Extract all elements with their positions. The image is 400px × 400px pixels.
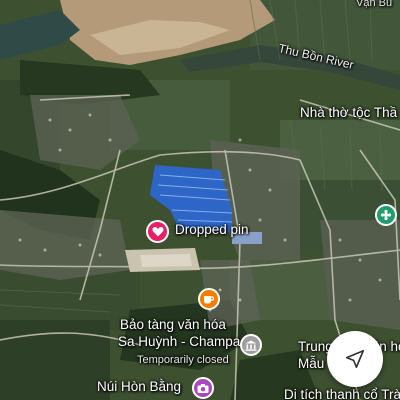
coffee-cup-icon[interactable] [198,288,220,310]
flower-icon[interactable] [375,204,397,226]
label-dropped-pin[interactable]: Dropped pin [175,222,249,238]
label-nui-hon-bang[interactable]: Núi Hòn Bằng [97,379,181,395]
label-church[interactable]: Nhà thờ tộc Thầ [300,105,397,121]
navigate-button[interactable] [327,331,383,387]
heart-icon[interactable] [146,220,169,243]
camera-icon[interactable] [192,377,214,399]
label-van-bu: Vạn Bu [356,0,393,9]
label-museum-status: Temporarily closed [137,354,229,366]
satellite-map[interactable]: Vạn Bu Thu Bồn River Nhà thờ tộc Thầ Dro… [0,0,400,400]
navigation-arrow-icon [345,349,365,369]
building-icon[interactable] [240,334,262,356]
label-di-tich[interactable]: Di tích thạnh cổ Trà... [284,387,400,400]
label-museum-line2[interactable]: Sa Huỳnh - Champa [118,334,240,350]
label-museum-line1[interactable]: Bảo tàng văn hóa [120,317,226,333]
